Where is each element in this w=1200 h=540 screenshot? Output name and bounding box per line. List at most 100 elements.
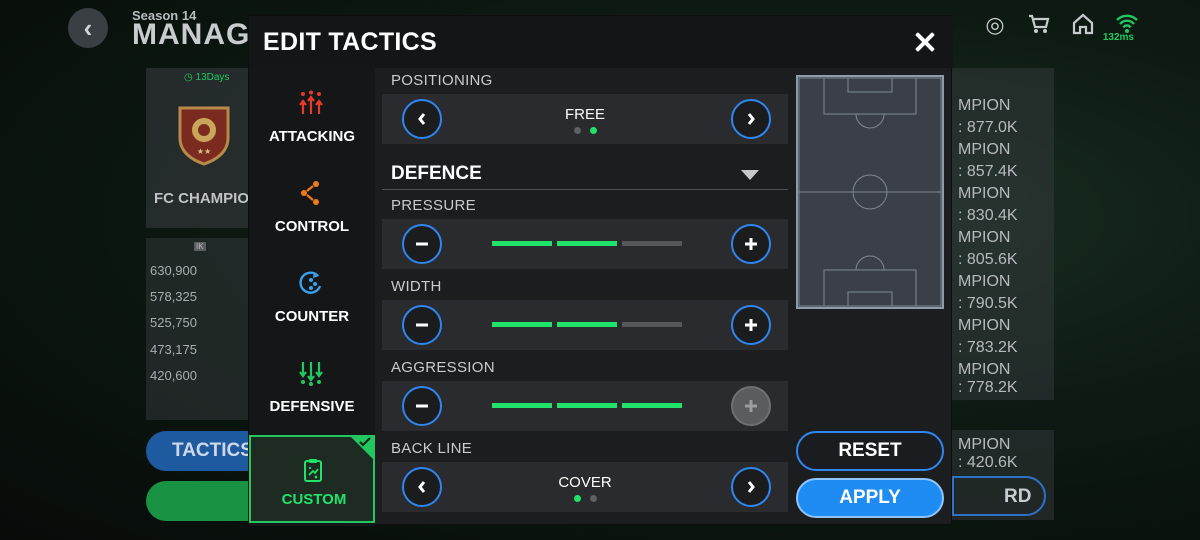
plus-icon [745,400,757,412]
rank-entry: : 778.2K [958,379,1018,396]
minus-icon [416,323,428,327]
chart-tag: IK [194,242,206,251]
width-increase-button[interactable] [731,305,771,345]
pitch-diagram [796,75,944,309]
preset-attacking[interactable]: ATTACKING [249,68,375,156]
rank-entry: MPION [958,97,1011,114]
home-icon[interactable] [1070,12,1096,38]
pressure-label: PRESSURE [391,197,476,214]
level-segment [557,403,617,408]
edit-tactics-modal: EDIT TACTICS ATTACKING CONTROL COUNTER D… [248,15,953,526]
pressure-decrease-button[interactable] [402,224,442,264]
rank-entry: : 877.0K [958,119,1018,136]
aggression-increase-button[interactable] [731,386,771,426]
y-tick: 630,900 [150,263,197,278]
plus-icon [745,238,757,250]
aggression-level-bar [492,403,682,408]
svg-text:★★: ★★ [197,147,211,156]
preset-counter[interactable]: COUNTER [249,248,375,336]
club-crest-icon: ★★ [178,106,230,166]
chevron-right-icon [747,481,755,493]
plus-icon [745,319,757,331]
level-segment [622,241,682,246]
positioning-page-dots [382,127,788,134]
modal-title: EDIT TACTICS [263,28,437,56]
aggression-row [382,381,788,431]
back-line-value: COVER [558,474,612,491]
width-row [382,300,788,350]
aggression-decrease-button[interactable] [402,386,442,426]
minus-icon [416,404,428,408]
page-title: MANAG [132,18,251,51]
green-action-button[interactable] [146,481,256,521]
rank-entry: MPION [958,141,1011,158]
control-pass-icon [301,181,319,205]
pressure-increase-button[interactable] [731,224,771,264]
check-icon [359,437,371,447]
attacking-arrows-icon [299,90,323,114]
page-dot [589,495,597,502]
positioning-next-button[interactable] [731,99,771,139]
positioning-value: FREE [564,106,605,123]
tactic-settings-panel: POSITIONING FREE DEFENCE PRESSURE WIDTH … [382,68,788,526]
level-segment [492,322,552,327]
back-line-label: BACK LINE [391,440,473,457]
close-button[interactable] [911,28,939,56]
custom-clipboard-icon [304,459,322,482]
preset-label: ATTACKING [268,128,356,145]
rank-entry: : 783.2K [958,339,1018,356]
width-decrease-button[interactable] [402,305,442,345]
rank-entry: MPION [958,185,1011,202]
level-segment [622,322,682,327]
width-level-bar [492,322,682,327]
days-remaining: ◷ 13Days [184,72,230,83]
y-tick: 473,175 [150,341,197,357]
aggression-label: AGGRESSION [391,359,495,376]
preset-custom[interactable]: CUSTOM [249,435,375,523]
y-tick: 420,600 [150,367,197,383]
back-line-row: COVER [382,462,788,512]
level-segment [492,241,552,246]
back-button[interactable]: ‹ [68,8,108,48]
level-segment [492,403,552,408]
chart-y-axis: 630,900 578,325 525,750 473,175 420,600 [150,258,197,389]
tactics-button[interactable]: TACTICS [146,431,256,471]
preset-label: CONTROL [274,218,350,235]
page-dot [573,127,581,134]
rank-entry: : 420.6K [958,454,1018,471]
rank-entry: MPION [958,273,1011,290]
back-line-next-button[interactable] [731,467,771,507]
pressure-level-bar [492,241,682,246]
pressure-row [382,219,788,269]
positioning-row: FREE [382,94,788,144]
rank-entry: : 805.6K [958,251,1018,268]
reset-button[interactable]: RESET [796,431,944,471]
width-label: WIDTH [391,278,442,295]
target-icon[interactable]: ◎ [982,12,1008,38]
minus-icon [416,242,428,246]
tactic-presets-sidebar: ATTACKING CONTROL COUNTER DEFENSIVE CUST… [249,68,375,526]
y-tick: 525,750 [150,315,197,331]
rank-entry: : 830.4K [958,207,1018,224]
preset-label: CUSTOM [281,491,347,508]
counter-arrow-icon [299,271,322,294]
rank-entry: : 790.5K [958,295,1018,312]
cart-icon[interactable] [1026,12,1052,38]
defensive-arrows-icon [299,362,323,386]
rank-entry: MPION [958,229,1011,246]
modal-header: EDIT TACTICS [249,16,953,68]
bottom-right-button[interactable]: RD [952,476,1046,516]
back-line-page-dots [382,495,788,502]
apply-button[interactable]: APPLY [796,478,944,518]
preset-control[interactable]: CONTROL [249,158,375,246]
rank-entry: : 857.4K [958,163,1018,180]
level-segment [557,322,617,327]
chevron-right-icon [747,113,755,125]
preset-defensive[interactable]: DEFENSIVE [249,338,375,426]
positioning-label: POSITIONING [391,72,493,89]
defence-section-toggle[interactable]: DEFENCE [382,158,788,190]
level-segment [622,403,682,408]
page-dot-active [589,127,597,134]
page-dot-active [573,495,581,502]
football-pitch-icon [798,77,942,307]
